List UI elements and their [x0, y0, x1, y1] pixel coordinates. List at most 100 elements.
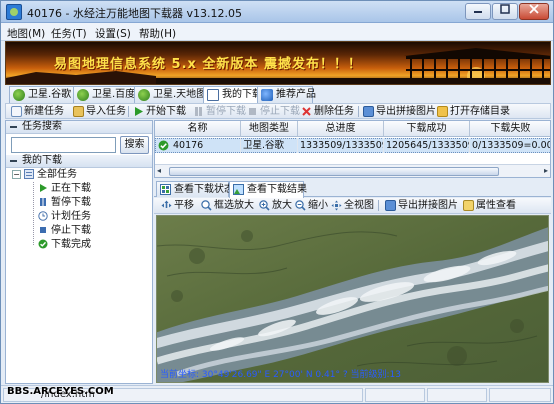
- tree-item-stopped[interactable]: 停止下载: [37, 224, 91, 237]
- menu-map[interactable]: 地图(M): [7, 26, 45, 41]
- attribute-view-button[interactable]: 属性查看: [462, 199, 516, 212]
- new-document-icon: [11, 106, 22, 117]
- zoom-out-button[interactable]: 缩小: [294, 199, 328, 212]
- clock-icon: [38, 211, 48, 221]
- cell-map-type: 卫星.谷歌: [241, 138, 298, 153]
- menu-help[interactable]: 帮助(H): [139, 26, 176, 41]
- horizontal-scrollbar[interactable]: ◂ ▸: [155, 164, 550, 177]
- zoom-in-button[interactable]: 放大: [258, 199, 292, 212]
- pan-button[interactable]: 平移: [160, 199, 194, 212]
- result-tabs: 查看下载状态 查看下载结果: [154, 180, 551, 198]
- all-tasks-icon: [24, 169, 34, 179]
- tab-label: 推荐产品: [276, 89, 316, 100]
- tab-tianditu-satellite[interactable]: 卫星.天地图: [134, 86, 207, 103]
- box-zoom-icon: [201, 200, 212, 211]
- close-button[interactable]: [519, 3, 549, 20]
- map-export-mosaic-button[interactable]: 导出拼接图片: [384, 199, 458, 212]
- scroll-left-icon[interactable]: ◂: [157, 166, 161, 175]
- tab-recommended-products[interactable]: 推荐产品: [257, 86, 316, 103]
- zoom-out-icon: [295, 200, 306, 211]
- column-header-failed[interactable]: 下载失败: [470, 121, 550, 137]
- hand-icon: [161, 200, 172, 208]
- status-grid-icon: [160, 184, 171, 195]
- globe-icon: [77, 89, 89, 101]
- close-icon: [529, 4, 539, 14]
- check-circle-icon: [158, 140, 169, 151]
- column-header-total-progress[interactable]: 总进度: [298, 121, 384, 137]
- maximize-icon: [500, 4, 510, 14]
- task-search-header[interactable]: 任务搜索: [6, 121, 152, 134]
- search-button[interactable]: 搜索: [120, 136, 149, 154]
- folder-icon: [437, 106, 448, 117]
- toolbar-separator: [128, 106, 129, 117]
- map-toolbar: 平移 框选放大 放大 缩小 全视图 导出拼接图片 属性查看: [154, 198, 551, 214]
- app-icon: [6, 4, 22, 20]
- tab-label: 卫星.谷歌: [28, 89, 72, 100]
- tab-my-downloads[interactable]: 我的下载: [203, 86, 262, 103]
- tree-item-paused[interactable]: 暂停下载: [37, 196, 91, 209]
- map-source-tabs: 卫星.谷歌 卫星.百度 卫星.天地图 我的下载 推荐产品: [5, 86, 551, 103]
- status-segment: [489, 388, 551, 402]
- export-mosaic-button[interactable]: 导出拼接图片: [362, 105, 436, 118]
- status-segment: [365, 388, 425, 402]
- scrollbar-thumb[interactable]: [169, 167, 499, 176]
- my-downloads-header[interactable]: 我的下载: [6, 155, 152, 168]
- column-header-map-type[interactable]: 地图类型: [241, 121, 298, 137]
- import-icon: [73, 106, 84, 117]
- collapse-icon: [10, 126, 17, 128]
- tree-item-scheduled[interactable]: 计划任务: [37, 210, 91, 223]
- tree-item-all-tasks[interactable]: 全部任务: [23, 168, 77, 181]
- delete-task-button[interactable]: 删除任务: [300, 105, 354, 118]
- globe-icon: [13, 89, 25, 101]
- stop-icon: [40, 227, 46, 233]
- download-list-icon: [207, 89, 219, 101]
- satellite-imagery: [157, 216, 548, 382]
- maximize-button[interactable]: [492, 3, 518, 20]
- toolbar-separator: [378, 200, 379, 211]
- properties-icon: [463, 200, 474, 211]
- scroll-right-icon[interactable]: ▸: [544, 166, 548, 175]
- full-view-button[interactable]: 全视图: [330, 199, 374, 212]
- tree-expander[interactable]: −: [12, 170, 21, 179]
- satellite-map-view[interactable]: 当前坐标: 30°49'26.69" E 27°00' N 0.41° ? 当前…: [156, 215, 549, 383]
- menu-task[interactable]: 任务(T): [51, 26, 87, 41]
- ad-banner[interactable]: 易图地理信息系统 5.x 全新版本 震撼发布！！！: [5, 41, 551, 85]
- tree-item-completed[interactable]: 下载完成: [37, 238, 91, 251]
- tab-download-status[interactable]: 查看下载状态: [156, 181, 234, 197]
- app-window: 40176 - 水经注万能地图下载器 v13.12.05 地图(M) 任务(T)…: [0, 0, 554, 404]
- tab-label: 卫星.天地图: [153, 89, 207, 100]
- column-header-success[interactable]: 下载成功: [384, 121, 470, 137]
- column-header-name[interactable]: 名称: [155, 121, 241, 137]
- tree-item-downloading[interactable]: 正在下载: [37, 182, 91, 195]
- cell-success: 1205645/1333509...: [384, 138, 470, 153]
- title-bar[interactable]: 40176 - 水经注万能地图下载器 v13.12.05: [1, 1, 553, 23]
- banner-text: 易图地理信息系统 5.x 全新版本 震撼发布！！！: [54, 57, 362, 72]
- window-title: 40176 - 水经注万能地图下载器 v13.12.05: [27, 7, 242, 20]
- full-extent-icon: [331, 200, 342, 211]
- box-zoom-button[interactable]: 框选放大: [200, 199, 254, 212]
- tab-download-result[interactable]: 查看下载结果: [229, 181, 307, 198]
- menu-settings[interactable]: 设置(S): [95, 26, 131, 41]
- tab-baidu-satellite[interactable]: 卫星.百度: [73, 86, 135, 103]
- play-icon: [135, 107, 143, 116]
- new-task-button[interactable]: 新建任务: [10, 105, 64, 118]
- import-task-button[interactable]: 导入任务: [72, 105, 126, 118]
- task-table: 名称 地图类型 总进度 下载成功 下载失败 40176 卫星.谷歌 133350…: [154, 120, 551, 178]
- pause-download-button[interactable]: 暂停下载: [192, 105, 246, 118]
- status-segment: [427, 388, 487, 402]
- pause-icon: [195, 107, 202, 116]
- cell-name: 40176: [171, 138, 241, 153]
- start-download-button[interactable]: 开始下载: [132, 105, 186, 118]
- minimize-button[interactable]: [465, 3, 491, 20]
- stop-download-button[interactable]: 停止下载: [246, 105, 300, 118]
- cell-failed: 0/1333509=0.00%: [470, 138, 550, 153]
- play-icon: [40, 184, 47, 192]
- watermark: BBS.ARCEYES.COM: [7, 386, 114, 397]
- check-circle-icon: [38, 239, 48, 249]
- globe-icon: [138, 89, 150, 101]
- tab-google-satellite[interactable]: 卫星.谷歌: [9, 86, 74, 103]
- task-search-input[interactable]: [11, 137, 116, 153]
- open-storage-dir-button[interactable]: 打开存储目录: [436, 105, 510, 118]
- menu-bar: 地图(M) 任务(T) 设置(S) 帮助(H): [1, 23, 553, 41]
- export-image-icon: [385, 200, 396, 211]
